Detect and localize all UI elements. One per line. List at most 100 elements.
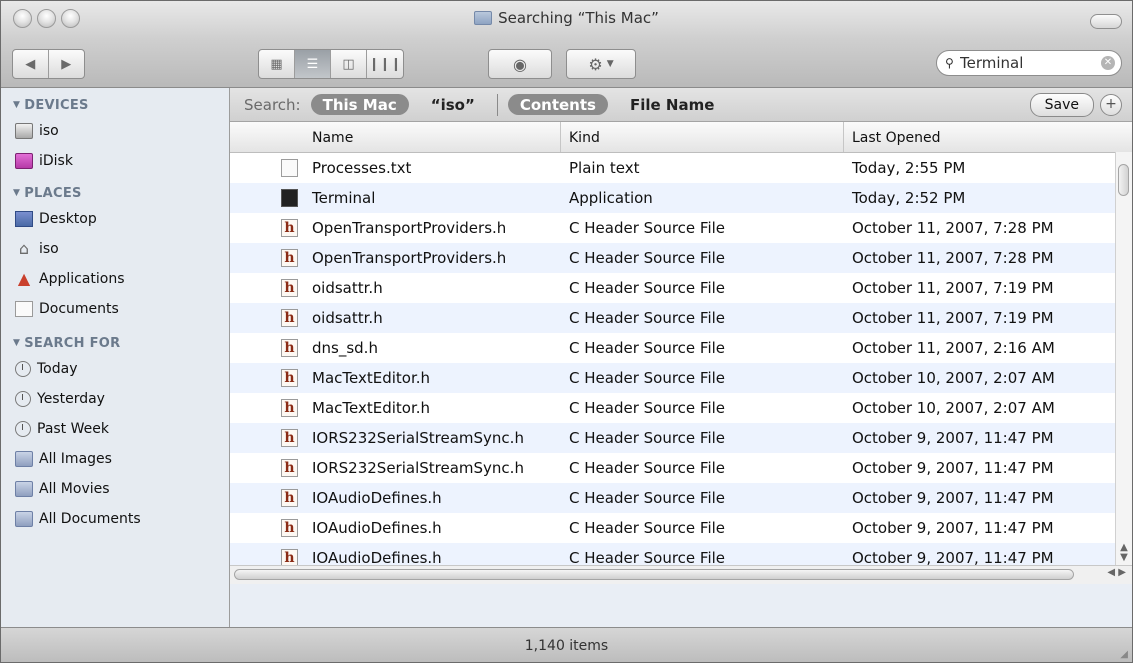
sidebar-item-all-images[interactable]: All Images (1, 444, 229, 474)
cell-kind: Plain text (569, 159, 640, 177)
results-list: Name Kind Last Opened Processes.txt Plain… (230, 122, 1132, 565)
back-arrow-icon: ◀ (25, 56, 36, 72)
add-criteria-button[interactable]: + (1100, 93, 1122, 116)
header-file-icon: h (281, 519, 298, 537)
scroll-right-icon[interactable]: ▶ (1118, 567, 1126, 578)
attr-contents-button[interactable]: Contents (507, 94, 608, 115)
scope-this-mac-button[interactable]: This Mac (310, 94, 409, 115)
resize-grip-icon[interactable]: ◢ (1120, 649, 1128, 660)
sidebar-item-iso-disk[interactable]: iso (1, 116, 229, 146)
attr-filename-button[interactable]: File Name (618, 94, 726, 115)
cell-name: h MacTextEditor.h (230, 399, 561, 417)
table-row[interactable]: Processes.txt Plain text Today, 2:55 PM (230, 153, 1132, 183)
action-menu-button[interactable]: ⚙ ▼ (566, 49, 636, 79)
sidebar-item-applications[interactable]: ▲ Applications (1, 264, 229, 294)
cell-name: h dns_sd.h (230, 339, 561, 357)
scroll-down-icon[interactable]: ▼ (1120, 552, 1128, 563)
cell-name: h IOAudioDefines.h (230, 489, 561, 507)
column-view-button[interactable]: ◫ (331, 50, 367, 78)
header-file-icon: h (281, 279, 298, 297)
cell-name: h IOAudioDefines.h (230, 549, 561, 565)
vertical-scrollbar[interactable]: ▲ ▼ (1115, 152, 1132, 565)
sidebar-item-documents[interactable]: Documents (1, 294, 229, 324)
column-header-name[interactable]: Name (230, 122, 561, 152)
back-button[interactable]: ◀ (13, 50, 49, 78)
cell-name: h OpenTransportProviders.h (230, 249, 561, 267)
cell-last-opened: October 11, 2007, 2:16 AM (852, 339, 1055, 357)
header-file-icon: h (281, 549, 298, 565)
cell-last-opened: October 9, 2007, 11:47 PM (852, 459, 1054, 477)
search-field[interactable]: ⚲ ✕ (936, 50, 1122, 76)
table-row[interactable]: Terminal Application Today, 2:52 PM (230, 183, 1132, 213)
sidebar-item-label: iso (39, 241, 59, 257)
sidebar-item-all-movies[interactable]: All Movies (1, 474, 229, 504)
table-row[interactable]: h OpenTransportProviders.h C Header Source… (230, 243, 1132, 273)
table-row[interactable]: h IOAudioDefines.h C Header Source File Oct… (230, 543, 1132, 565)
toolbar: ◀ ▶ ▦ ☰ ◫ ❙❙❙ ◉ ⚙ ▼ ⚲ ✕ (1, 39, 1132, 88)
column-header-last-opened[interactable]: Last Opened (844, 122, 1132, 152)
results-rows: Processes.txt Plain text Today, 2:55 PM Ter… (230, 153, 1132, 565)
sidebar-item-idisk[interactable]: iDisk (1, 146, 229, 176)
sidebar-section-devices[interactable]: ▼ DEVICES (1, 94, 229, 116)
table-row[interactable]: h IOAudioDefines.h C Header Source File Oct… (230, 483, 1132, 513)
sidebar-item-home[interactable]: ⌂ iso (1, 234, 229, 264)
horizontal-scrollbar[interactable]: ◀ ▶ (230, 565, 1132, 584)
cell-kind: C Header Source File (569, 279, 726, 297)
column-view-icon: ◫ (342, 56, 355, 72)
scope-iso-button[interactable]: “iso” (419, 94, 487, 115)
header-file-icon: h (281, 399, 298, 417)
coverflow-view-button[interactable]: ❙❙❙ (367, 50, 403, 78)
search-input[interactable] (958, 53, 1082, 73)
forward-button[interactable]: ▶ (49, 50, 85, 78)
sidebar-item-label: Past Week (37, 421, 109, 437)
cell-kind: C Header Source File (569, 219, 726, 237)
desktop-icon (15, 211, 33, 227)
sidebar-item-past-week[interactable]: Past Week (1, 414, 229, 444)
icon-view-button[interactable]: ▦ (259, 50, 295, 78)
column-header-kind[interactable]: Kind (561, 122, 844, 152)
window-title: Searching “This Mac” (1, 9, 1132, 27)
smart-folder-icon (15, 481, 33, 497)
cell-name: Processes.txt (230, 159, 561, 177)
header-file-icon: h (281, 369, 298, 387)
sidebar-item-all-documents[interactable]: All Documents (1, 504, 229, 534)
table-row[interactable]: h oidsattr.h C Header Source File October 1… (230, 273, 1132, 303)
clock-icon (15, 361, 31, 377)
sidebar-item-label: iDisk (39, 153, 73, 169)
cell-kind: Application (569, 189, 653, 207)
cell-last-opened: October 9, 2007, 11:47 PM (852, 549, 1054, 565)
clear-search-icon[interactable]: ✕ (1101, 56, 1115, 70)
file-name: dns_sd.h (312, 339, 378, 357)
table-row[interactable]: h OpenTransportProviders.h C Header Source… (230, 213, 1132, 243)
cell-name: h IORS232SerialStreamSync.h (230, 429, 561, 447)
vertical-scroll-thumb[interactable] (1118, 164, 1129, 196)
table-row[interactable]: h IORS232SerialStreamSync.h C Header Sourc… (230, 453, 1132, 483)
table-row[interactable]: h IORS232SerialStreamSync.h C Header Sourc… (230, 423, 1132, 453)
documents-icon (15, 301, 33, 317)
table-row[interactable]: h dns_sd.h C Header Source File October 11,… (230, 333, 1132, 363)
cell-kind: C Header Source File (569, 339, 726, 357)
header-file-icon: h (281, 489, 298, 507)
toolbar-toggle-button[interactable] (1090, 14, 1122, 29)
save-search-button[interactable]: Save (1029, 92, 1094, 117)
list-view-button[interactable]: ☰ (295, 50, 331, 78)
table-row[interactable]: h oidsattr.h C Header Source File October 1… (230, 303, 1132, 333)
cell-name: h MacTextEditor.h (230, 369, 561, 387)
scroll-left-icon[interactable]: ◀ (1107, 567, 1115, 578)
quick-look-button[interactable]: ◉ (488, 49, 552, 79)
sidebar-item-label: iso (39, 123, 59, 139)
sidebar-section-places[interactable]: ▼ PLACES (1, 182, 229, 204)
clock-icon (15, 421, 31, 437)
sidebar-section-search-for[interactable]: ▼ SEARCH FOR (1, 332, 229, 354)
vertical-scroll-arrows[interactable]: ▲ ▼ (1117, 543, 1131, 563)
horizontal-scroll-arrows[interactable]: ◀ ▶ (1107, 567, 1126, 578)
table-row[interactable]: h IOAudioDefines.h C Header Source File Oct… (230, 513, 1132, 543)
table-row[interactable]: h MacTextEditor.h C Header Source File Octo… (230, 393, 1132, 423)
sidebar-item-label: All Documents (39, 511, 141, 527)
sidebar-item-yesterday[interactable]: Yesterday (1, 384, 229, 414)
sidebar-item-desktop[interactable]: Desktop (1, 204, 229, 234)
sidebar-item-today[interactable]: Today (1, 354, 229, 384)
table-row[interactable]: h MacTextEditor.h C Header Source File Octo… (230, 363, 1132, 393)
horizontal-scroll-thumb[interactable] (234, 569, 1074, 580)
applications-icon: ▲ (17, 269, 31, 288)
